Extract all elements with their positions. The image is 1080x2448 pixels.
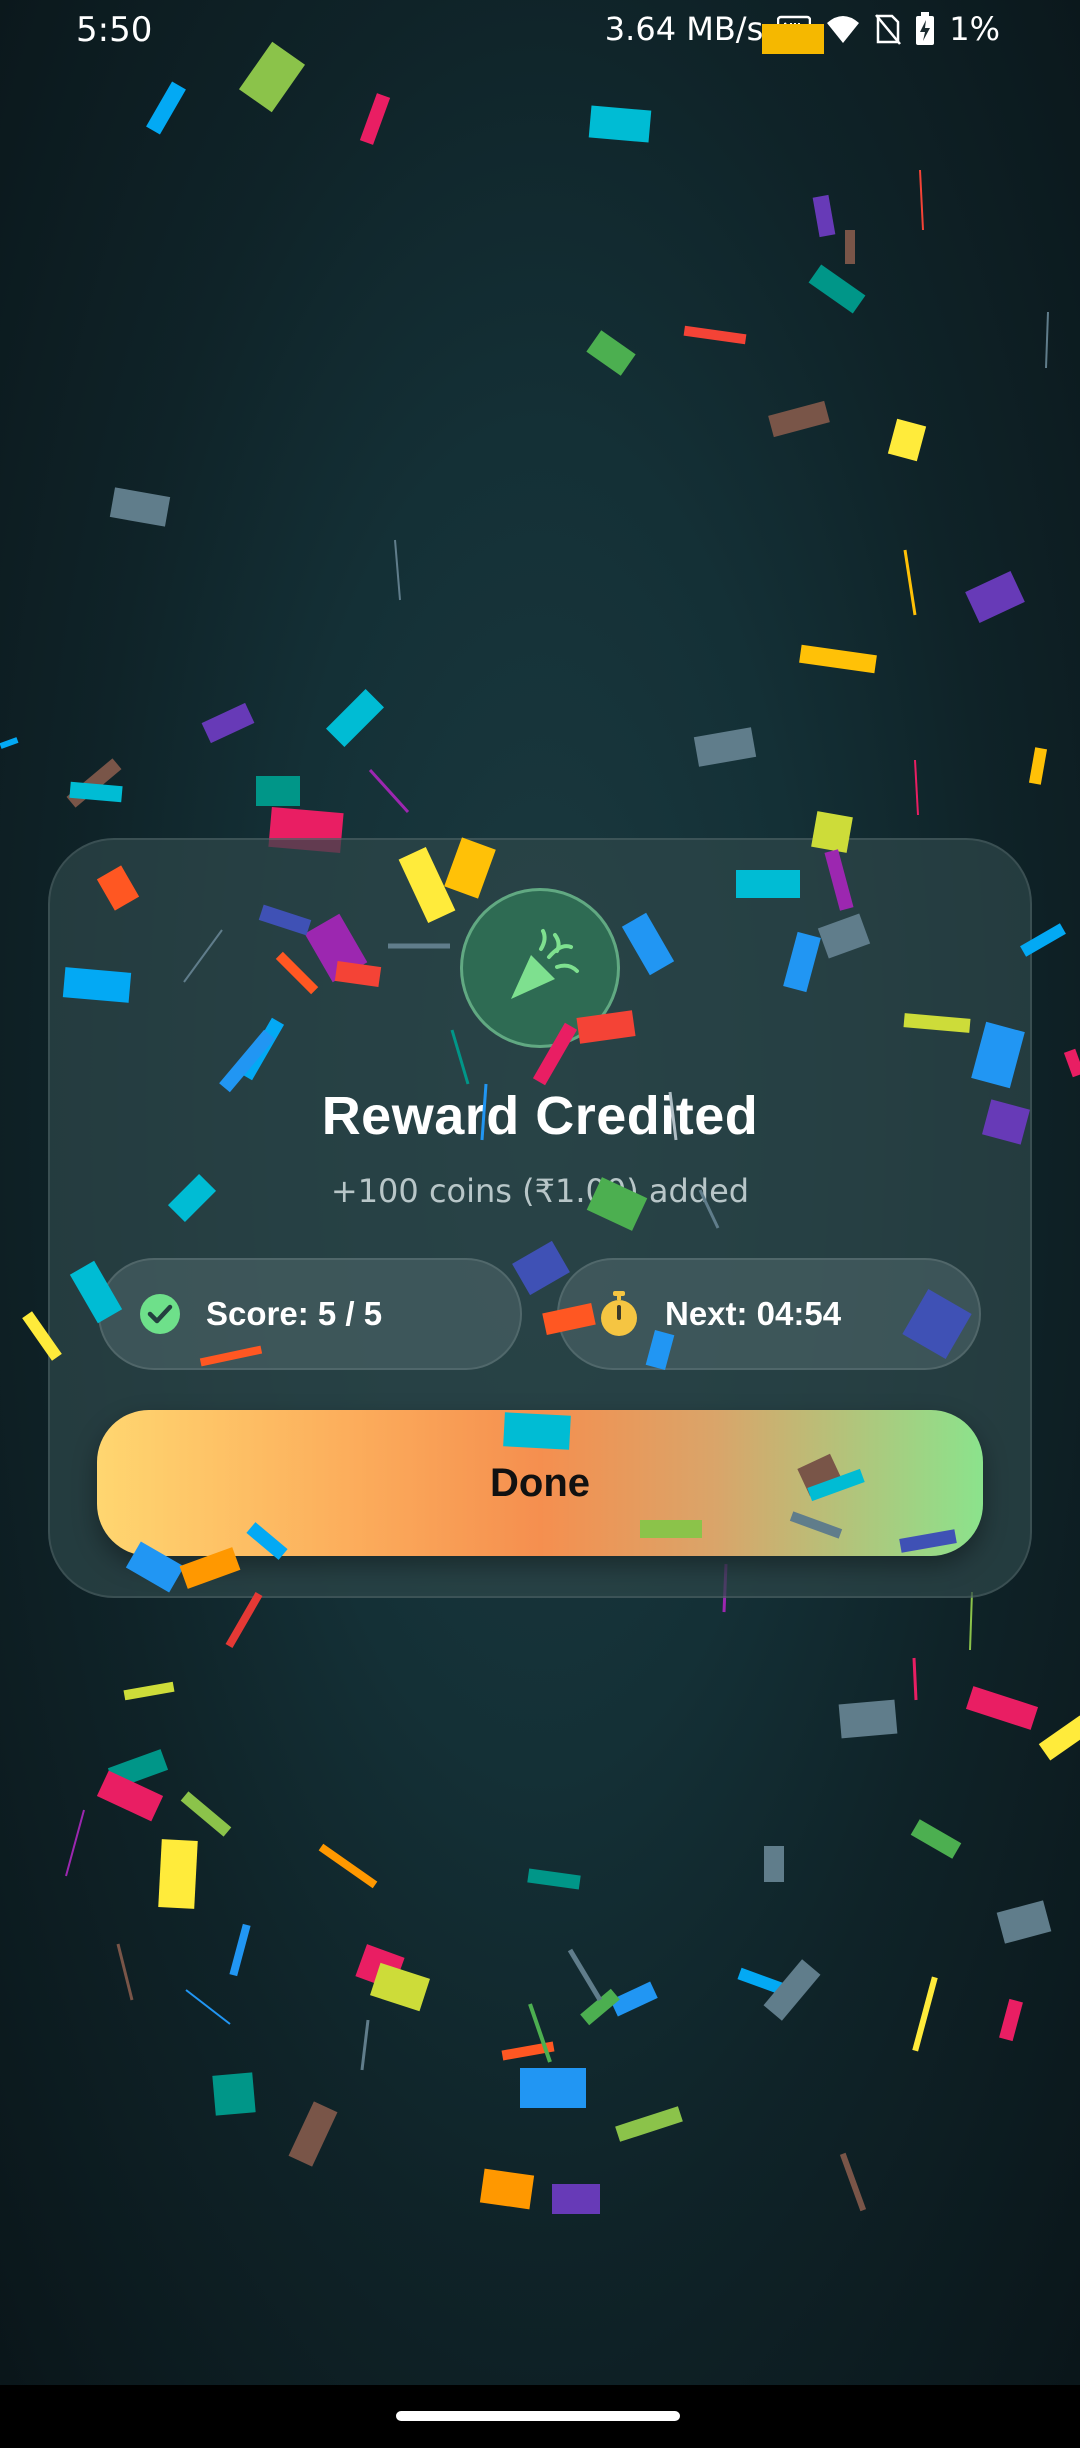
status-bar: 5:50 3.64 MB/s 1% <box>0 0 1080 60</box>
check-circle-icon <box>138 1292 182 1336</box>
next-timer-chip: Next: 04:54 <box>557 1258 981 1370</box>
home-indicator[interactable] <box>396 2411 680 2421</box>
done-button[interactable]: Done <box>97 1410 983 1556</box>
navigation-bar <box>0 2385 1080 2448</box>
party-popper-icon <box>460 888 620 1048</box>
score-chip: Score: 5 / 5 <box>98 1258 522 1370</box>
sim-off-icon <box>875 13 902 45</box>
stopwatch-icon <box>597 1291 641 1336</box>
status-time: 5:50 <box>76 10 153 50</box>
battery-charging-icon <box>915 12 935 46</box>
battery-percent: 1% <box>949 10 1000 48</box>
status-icons: 3.64 MB/s 1% <box>605 10 1000 48</box>
reward-title: Reward Credited <box>321 1086 759 1146</box>
nfc-icon <box>777 15 812 43</box>
score-label: Score: 5 / 5 <box>206 1295 383 1332</box>
reward-subtitle: +100 coins (₹1.00) added <box>330 1172 750 1210</box>
network-speed: 3.64 MB/s <box>604 10 764 48</box>
next-timer-label: Next: 04:54 <box>665 1295 842 1332</box>
wifi-icon <box>825 13 861 45</box>
